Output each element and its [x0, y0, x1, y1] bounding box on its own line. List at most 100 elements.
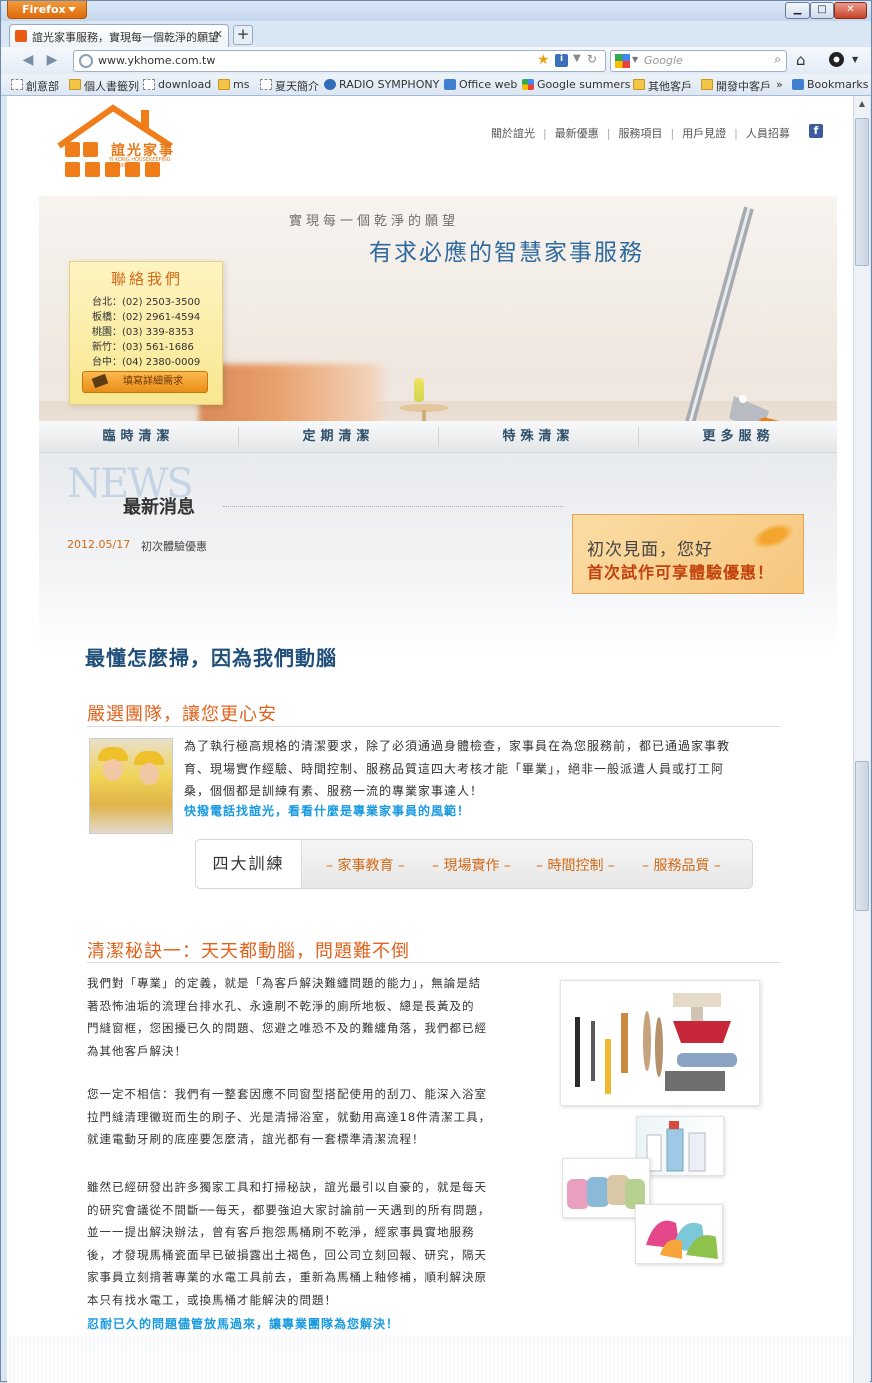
bookmark-label: RADIO SYMPHONY — [339, 78, 440, 91]
broom-icon — [65, 142, 80, 157]
close-button[interactable]: ✕ — [834, 2, 867, 19]
site-favicon-icon — [15, 30, 27, 42]
extension-icon[interactable]: i — [555, 54, 568, 67]
bookmark-label: Office web — [459, 78, 518, 91]
hero-slogan-big: 有求必應的智慧家事服務 — [369, 240, 644, 266]
contact-phone-taichung: 台中：(04) 2380-0009 — [92, 357, 201, 368]
promo-line-2: 首次試作可享體驗優惠！ — [587, 563, 775, 582]
contact-title: 聯絡我們 — [110, 270, 183, 288]
menu-item-temporary-cleaning[interactable]: 臨時清潔 — [39, 421, 238, 453]
bookmark-item[interactable]: download — [143, 78, 211, 91]
back-arrow-icon[interactable]: ◀ — [19, 52, 37, 68]
addon-icon[interactable] — [829, 52, 844, 67]
bookmark-label: Bookmarks — [807, 78, 869, 91]
training-item-practice[interactable]: – 現場實作 – — [432, 855, 511, 875]
google-icon[interactable] — [615, 54, 630, 68]
bookmark-item[interactable]: 個人書籤列 — [69, 78, 139, 94]
bookmark-item[interactable]: Office web — [444, 78, 517, 91]
top-nav-link[interactable]: 服務項目 — [610, 127, 670, 140]
section-1-callout: 快撥電話找誼光，看看什麼是專業家事員的風範！ — [184, 804, 471, 818]
page-icon — [11, 79, 23, 90]
new-tab-button[interactable]: + — [233, 25, 253, 45]
rubber-gloves-graphic — [646, 1220, 718, 1259]
contact-phone-hsinchu: 新竹：(03) 561-1686 — [92, 342, 194, 353]
url-bar[interactable]: www.ykhome.com.tw ★ i ▼ ↻ — [73, 50, 606, 72]
url-dropdown-icon[interactable]: ▼ — [573, 53, 581, 64]
section-2-callout: 忍耐已久的問題儘管放馬過來，讓專業團隊為您解決！ — [87, 1317, 400, 1331]
reload-icon[interactable]: ↻ — [587, 52, 597, 66]
tab-close-icon[interactable]: ✕ — [214, 28, 223, 41]
training-item-time-control[interactable]: – 時間控制 – — [536, 855, 615, 875]
training-item-quality[interactable]: – 服務品質 – — [642, 855, 721, 875]
contact-card: 聯絡我們 台北：(02) 2503-3500 板橋：(02) 2961-4594… — [69, 261, 223, 405]
section-2-line: 您一定不相信：我們有一整套因應不同窗型搭配使用的刮刀、能深入浴室 — [87, 1087, 487, 1101]
section-2-line: 雖然已經研發出許多獨家工具和打掃秘訣，誼光最引以自豪的，就是每天 — [87, 1180, 487, 1194]
tab-active[interactable]: 誼光家事服務，實現每一個乾淨的願望 ✕ — [9, 24, 229, 47]
training-item-label: 服務品質 — [653, 858, 710, 874]
addon-dropdown-icon[interactable]: ▼ — [852, 55, 858, 64]
bookmark-item[interactable]: » — [776, 78, 783, 91]
bookmark-label: 其他客戶 — [648, 80, 692, 93]
page-cut-edge — [7, 1336, 853, 1383]
tab-title: 誼光家事服務，實現每一個乾淨的願望 — [32, 31, 219, 44]
menu-item-special-cleaning[interactable]: 特殊清潔 — [439, 421, 638, 453]
promo-banner[interactable]: 初次見面，您好 首次試作可享體驗優惠！ — [572, 514, 804, 594]
bookmark-item[interactable]: 創意部 — [11, 78, 59, 94]
section-1-body: 為了執行極高規格的清潔要求，除了必須通過身體檢查，家事員在為您服務前，都已通過家… — [184, 735, 784, 803]
section-1-line: 桑，個個都是訓練有素、服務一流的專業家事達人！ — [184, 784, 484, 798]
news-title: 最新消息 — [123, 497, 195, 518]
vertical-scrollbar[interactable]: ▲ — [853, 96, 870, 1383]
top-nav-link[interactable]: 人員招募 — [738, 127, 798, 140]
section-1-line: 為了執行極高規格的清潔要求，除了必須通過身體檢查，家事員在為您服務前，都已通過家… — [184, 739, 731, 753]
browser-window: Firefox ▁ □ ✕ 誼光家事服務，實現每一個乾淨的願望 ✕ + ◀ ▶ … — [0, 0, 872, 1383]
bookmark-item[interactable]: 開發中客戶 — [701, 78, 771, 94]
search-placeholder: Google — [644, 54, 683, 67]
menu-item-regular-cleaning[interactable]: 定期清潔 — [239, 421, 438, 453]
bookmark-star-icon[interactable]: ★ — [537, 52, 550, 68]
bookmark-item[interactable]: RADIO SYMPHONY — [324, 78, 439, 91]
spray-icon — [83, 142, 98, 157]
firefox-menu-label: Firefox — [22, 3, 66, 16]
bookmarks-icon — [792, 79, 804, 90]
bookmark-item[interactable]: 其他客戶 — [633, 78, 692, 94]
firefox-menu-button[interactable]: Firefox — [7, 1, 87, 19]
maximize-button[interactable]: □ — [810, 2, 834, 19]
search-engine-dropdown-icon[interactable]: ▼ — [632, 55, 638, 64]
top-nav-link[interactable]: 最新優惠 — [547, 127, 607, 140]
bookmark-item[interactable]: Bookmarks — [792, 78, 868, 91]
scrollbar-thumb-secondary[interactable] — [855, 761, 869, 911]
site-logo[interactable]: 誼光家事 YI KONG HOUSEKEEPING SERVICE — [51, 104, 181, 188]
hero-slogan-small: 實現每一個乾淨的願望 — [289, 214, 460, 229]
search-input[interactable]: ▼ Google ⌕ — [610, 50, 787, 72]
section-1-title: 嚴選團隊，讓您更心安 — [87, 704, 277, 725]
home-icon[interactable]: ⌂ — [796, 51, 806, 69]
minimize-button[interactable]: ▁ — [785, 2, 810, 19]
folder-icon — [218, 79, 230, 90]
duster-icon — [85, 162, 100, 177]
news-item-date: 2012.05/17 — [67, 538, 131, 551]
menu-item-more-services[interactable]: 更多服務 — [639, 421, 838, 453]
scroll-up-arrow-icon[interactable]: ▲ — [854, 96, 870, 112]
section-1-divider — [87, 726, 781, 727]
team-photo — [89, 738, 173, 834]
section-1-line: 育、現場實作經驗、時間控制、服務品質這四大考核才能「畢業」，絕非一般派遣人員或打… — [184, 761, 725, 776]
globe-icon — [324, 79, 336, 90]
folder-icon — [701, 79, 713, 90]
training-item-education[interactable]: – 家事教育 – — [326, 855, 405, 875]
site-identity-icon[interactable] — [79, 54, 93, 68]
news-item-link[interactable]: 初次體驗優惠 — [141, 538, 207, 554]
pencil-icon — [91, 373, 109, 389]
bookmark-item[interactable]: Google summers — [522, 78, 630, 91]
top-nav-link[interactable]: 關於誼光 — [483, 127, 543, 140]
facebook-icon[interactable]: f — [809, 124, 823, 138]
forward-arrow-icon[interactable]: ▶ — [43, 52, 61, 68]
scrollbar-thumb[interactable] — [855, 118, 869, 266]
search-icon[interactable]: ⌕ — [774, 52, 781, 67]
main-heading: 最懂怎麼掃，因為我們動腦 — [85, 646, 337, 670]
bookmark-item[interactable]: 夏天簡介 — [260, 78, 319, 94]
fill-request-button[interactable]: 填寫詳細需求 — [82, 371, 208, 393]
top-navigation: 關於誼光 | 最新優惠 | 服務項目 | 用戶見證 | 人員招募 — [483, 125, 798, 141]
bookmark-item[interactable]: ms — [218, 78, 249, 91]
contact-phone-taoyuan: 桃園：(03) 339-8353 — [92, 327, 194, 338]
top-nav-link[interactable]: 用戶見證 — [674, 127, 734, 140]
